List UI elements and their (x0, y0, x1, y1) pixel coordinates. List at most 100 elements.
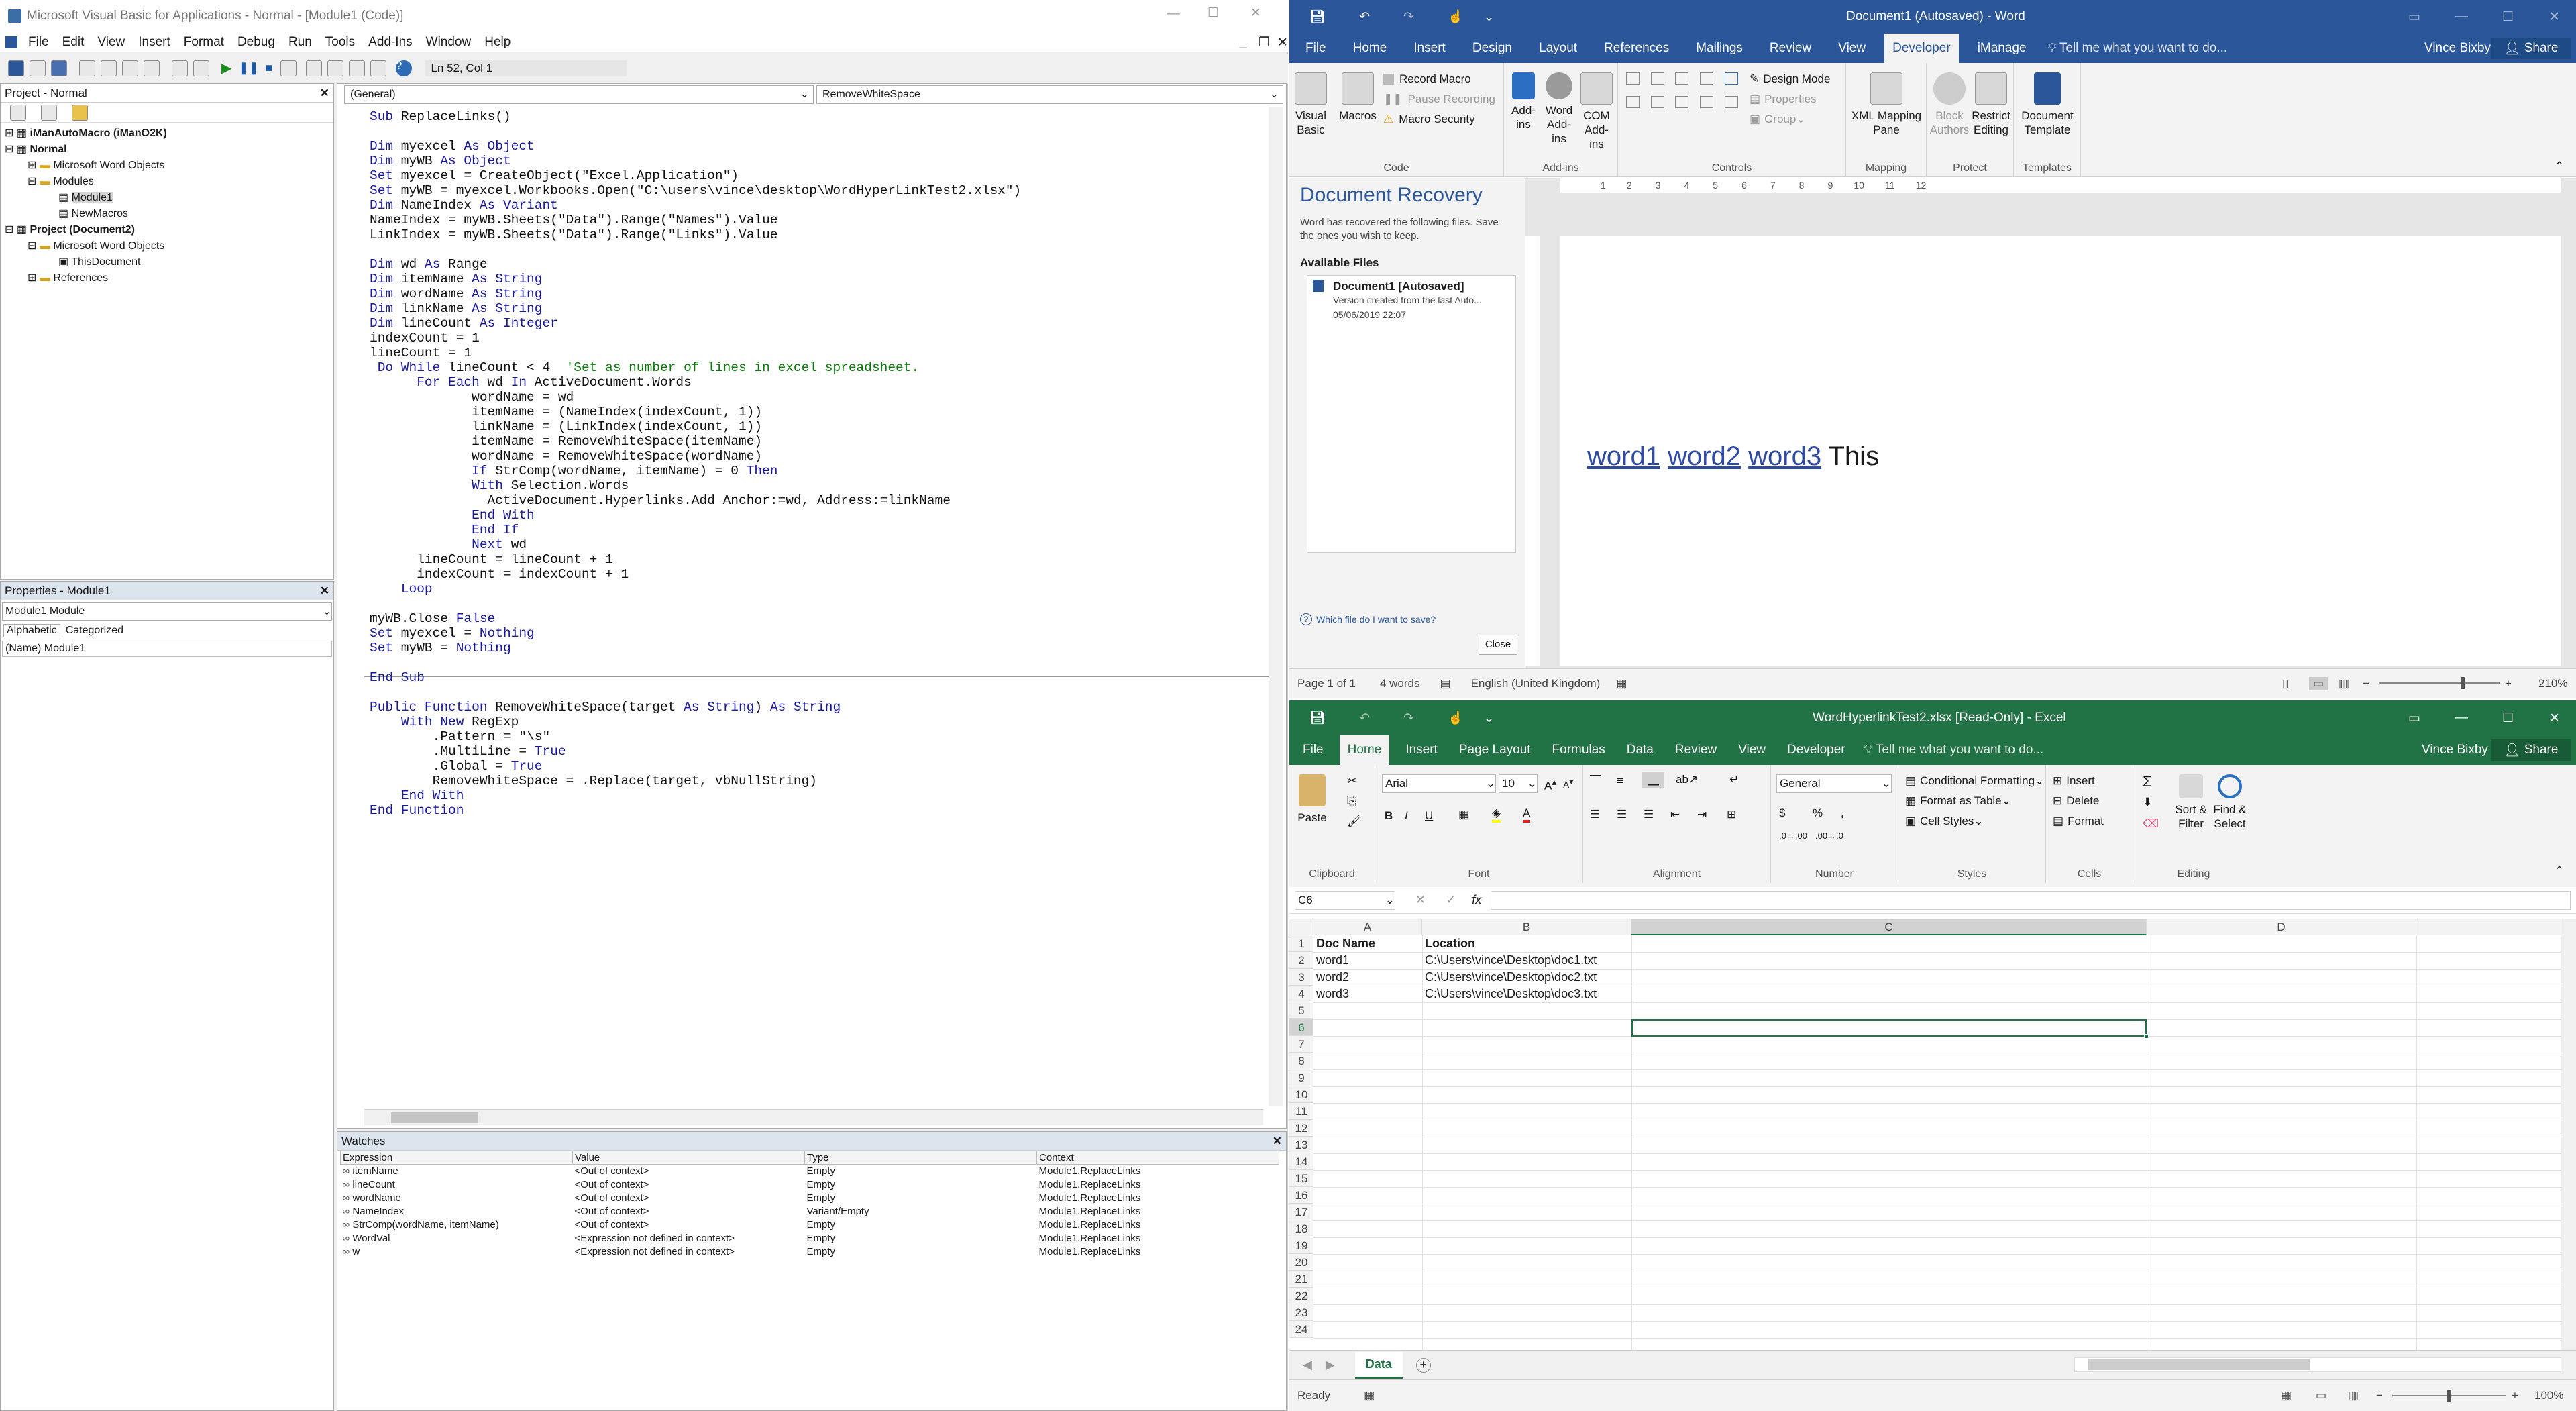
page-break-view-icon[interactable]: ▥ (2348, 1389, 2359, 1402)
addins-button[interactable]: Add-ins (1508, 72, 1539, 132)
tab-layout[interactable]: Layout (1539, 41, 1577, 56)
data-cell[interactable]: C:\Users\vince\Desktop\doc3.txt (1422, 986, 1631, 1002)
watch-row[interactable]: ∞ wordName <Out of context> Empty Module1.R… (341, 1192, 1279, 1205)
header-cell[interactable]: Location (1422, 935, 1631, 952)
object-browser-icon[interactable] (349, 60, 366, 76)
tab-review[interactable]: Review (1770, 41, 1811, 56)
plain-text-control-icon[interactable] (1650, 72, 1664, 85)
tree-item[interactable]: ⊞ ▬ References (1, 270, 333, 286)
close-icon[interactable]: ✕ (1250, 5, 1261, 21)
prev-sheet-icon[interactable]: ◀ (1303, 1358, 1312, 1372)
column-header-b[interactable]: B (1422, 919, 1631, 935)
menu-file[interactable]: File (28, 35, 49, 50)
add-sheet-icon[interactable]: + (1415, 1357, 1431, 1373)
row-header[interactable]: 23 (1289, 1304, 1313, 1321)
zoom-out-icon[interactable]: − (2376, 1389, 2383, 1402)
undo-icon[interactable] (172, 60, 188, 76)
row-header[interactable]: 12 (1289, 1120, 1313, 1137)
hyperlink-word3[interactable]: word3 (1748, 441, 1821, 471)
maximize-icon[interactable]: ☐ (2502, 711, 2514, 726)
increase-decimal-icon[interactable]: .0→.00 (1779, 831, 1807, 841)
visual-basic-button[interactable]: Visual Basic (1295, 72, 1327, 137)
column-header-c[interactable]: C (1631, 919, 2147, 935)
zoom-level[interactable]: 210% (2538, 677, 2567, 690)
redo-icon[interactable]: ↷ (1403, 9, 1414, 25)
font-name-select[interactable]: Arial ⌄ (1382, 774, 1496, 793)
autosum-icon[interactable]: Σ (2143, 773, 2152, 790)
page-count[interactable]: Page 1 of 1 (1297, 677, 1356, 690)
document-template-button[interactable]: Document Template (2018, 72, 2077, 137)
row-header[interactable]: 6 (1289, 1019, 1313, 1036)
row-header[interactable]: 9 (1289, 1069, 1313, 1086)
code-hscrollbar[interactable] (364, 1109, 1263, 1125)
close-icon[interactable]: ✕ (2549, 711, 2560, 726)
row-header[interactable]: 21 (1289, 1271, 1313, 1288)
data-cell[interactable]: C:\Users\vince\Desktop\doc1.txt (1422, 952, 1631, 969)
reset-icon[interactable]: ■ (266, 61, 273, 75)
col-value[interactable]: Value (572, 1151, 805, 1165)
format-painter-icon[interactable]: 🖌︎ (1347, 815, 1362, 828)
col-context[interactable]: Context (1036, 1151, 1279, 1165)
tab-design[interactable]: Design (1472, 41, 1512, 56)
zoom-level[interactable]: 100% (2534, 1389, 2563, 1402)
tab-mailings[interactable]: Mailings (1696, 41, 1743, 56)
tab-view[interactable]: View (1838, 41, 1866, 56)
tree-item[interactable]: ⊟ ▦ Normal (1, 142, 333, 158)
comma-icon[interactable]: , (1841, 806, 1844, 820)
zoom-slider[interactable] (2379, 682, 2500, 684)
format-as-table-button[interactable]: ▦ Format as Table ⌄ (1905, 794, 2011, 808)
watches-close-icon[interactable]: ✕ (1273, 1135, 1282, 1148)
decrease-indent-icon[interactable]: ⇤ (1670, 808, 1680, 821)
collapse-ribbon-icon[interactable]: ⌃ (2555, 160, 2564, 173)
row-header[interactable]: 16 (1289, 1187, 1313, 1204)
touch-mode-icon[interactable]: ☝ (1448, 710, 1464, 726)
paste-button[interactable]: Paste (1296, 774, 1328, 825)
view-word-icon[interactable] (8, 60, 24, 76)
print-layout-icon[interactable]: ▭ (2309, 676, 2328, 690)
name-box[interactable]: C6 ⌄ (1295, 890, 1395, 910)
wrap-text-icon[interactable]: ↵ (1729, 773, 1739, 786)
row-header[interactable]: 19 (1289, 1237, 1313, 1254)
row-header[interactable]: 3 (1289, 969, 1313, 986)
selected-cell[interactable] (1631, 1019, 2147, 1037)
tab-home[interactable]: Home (1339, 735, 1390, 765)
zoom-thumb[interactable] (2447, 1390, 2451, 1402)
code-editor[interactable]: Sub ReplaceLinks() Dim myexcel As Object… (370, 109, 1021, 818)
project-close-icon[interactable]: ✕ (320, 87, 329, 100)
bold-icon[interactable]: B (1385, 809, 1393, 823)
child-restore-icon[interactable]: ❐ (1258, 35, 1270, 50)
combo-box-control-icon[interactable] (1626, 96, 1640, 108)
save-icon[interactable]: 💾︎ (1309, 710, 1326, 726)
tree-item[interactable]: ⊟ ▬ Microsoft Word Objects (1, 238, 333, 254)
tab-insert[interactable]: Insert (1413, 41, 1446, 56)
procedure-dropdown[interactable]: RemoveWhiteSpace ⌄ (816, 85, 1283, 104)
redo-icon[interactable] (193, 60, 209, 76)
macro-record-icon[interactable]: ▦ (1364, 1389, 1375, 1402)
zoom-in-icon[interactable]: + (2512, 1389, 2518, 1402)
cell-styles-button[interactable]: ▣ Cell Styles ⌄ (1905, 815, 1984, 828)
tree-item[interactable]: ▣ ThisDocument (1, 254, 333, 270)
save-icon[interactable]: 💾︎ (1309, 9, 1326, 25)
row-header[interactable]: 14 (1289, 1153, 1313, 1170)
ribbon-display-icon[interactable]: ▭ (2408, 9, 2420, 25)
sheet-tab-data[interactable]: Data (1354, 1351, 1403, 1379)
data-cell[interactable]: word3 (1313, 986, 1422, 1002)
tree-item[interactable]: ⊟ ▬ Modules (1, 174, 333, 190)
dropdown-control-icon[interactable] (1650, 96, 1664, 108)
properties-close-icon[interactable]: ✕ (320, 584, 329, 598)
maximize-icon[interactable]: ☐ (1208, 5, 1219, 21)
user-name[interactable]: Vince Bixby (2424, 41, 2491, 56)
which-file-link[interactable]: ? Which file do I want to save? (1300, 613, 1436, 625)
break-icon[interactable]: ❚❚ (238, 61, 258, 75)
decrease-decimal-icon[interactable]: .00→.0 (1815, 831, 1843, 841)
word-count[interactable]: 4 words (1380, 677, 1420, 690)
align-center-icon[interactable]: ☰ (1617, 808, 1627, 821)
col-type[interactable]: Type (804, 1151, 1037, 1165)
tab-page-layout[interactable]: Page Layout (1459, 743, 1531, 757)
tab-insert[interactable]: Insert (1405, 743, 1438, 757)
percent-icon[interactable]: % (1813, 806, 1823, 820)
align-middle-icon[interactable]: ≡ (1617, 774, 1623, 788)
insert-module-icon[interactable] (30, 60, 46, 76)
underline-icon[interactable]: U (1425, 809, 1433, 823)
document-page[interactable]: word1 word2 word3 This (1560, 236, 2561, 666)
